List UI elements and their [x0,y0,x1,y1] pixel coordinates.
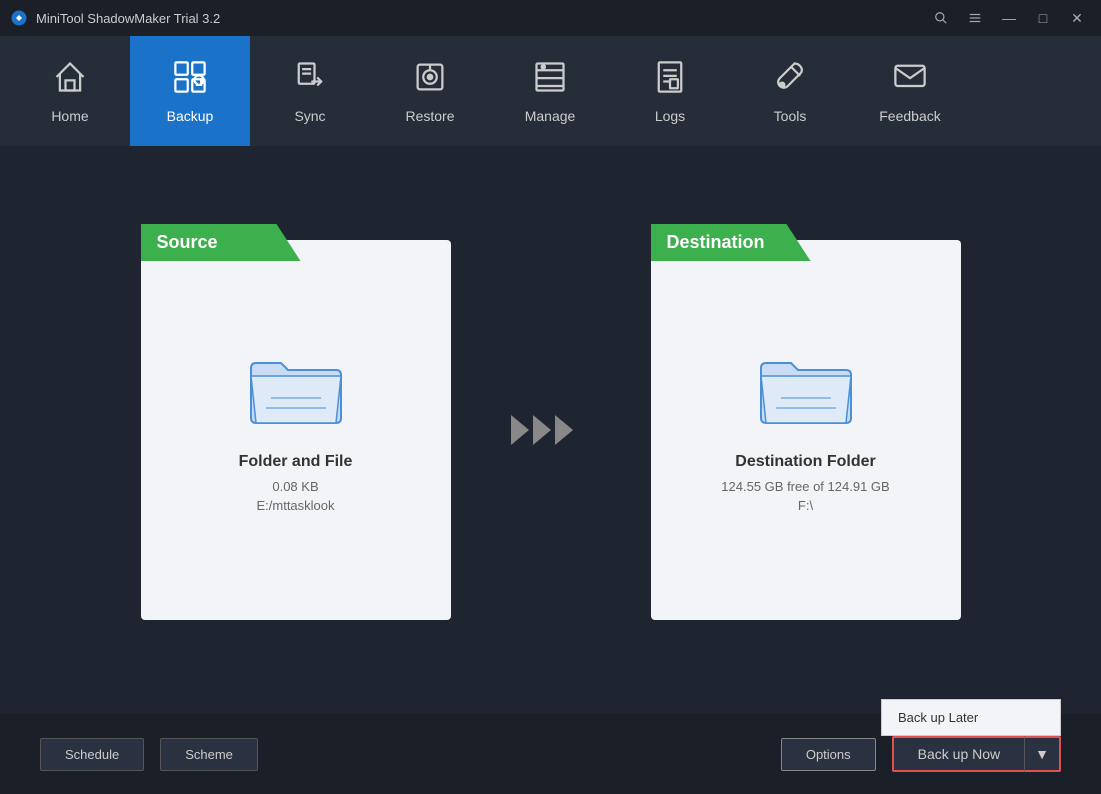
source-size: 0.08 KB [272,479,318,494]
nav-logs-label: Logs [655,108,685,124]
nav-sync-label: Sync [294,108,325,124]
close-button[interactable]: ✕ [1063,8,1091,28]
minimize-button[interactable]: — [995,8,1023,28]
nav-feedback-label: Feedback [879,108,940,124]
backup-dropdown-menu: Back up Later [881,699,1061,736]
nav-bar: Home Backup Sync [0,36,1101,146]
title-bar-controls: — □ ✕ [927,8,1091,28]
app-logo-icon [10,9,28,27]
backup-dropdown-button[interactable]: ▼ [1024,736,1061,772]
nav-restore-label: Restore [405,108,454,124]
nav-home-label: Home [51,108,88,124]
sync-icon [292,59,328,100]
backup-now-button[interactable]: Back up Now [892,736,1024,772]
backup-now-group: Back up Now ▼ Back up Later [892,736,1061,772]
destination-free: 124.55 GB free of 124.91 GB [721,479,889,494]
restore-icon [412,59,448,100]
bottom-bar: Schedule Scheme Options Back up Now ▼ Ba… [0,714,1101,794]
nav-item-logs[interactable]: Logs [610,36,730,146]
bottom-right-actions: Options Back up Now ▼ Back up Later [781,736,1061,772]
destination-card[interactable]: Destination Destination Folder 124.55 GB… [651,240,961,620]
main-content: Source Folder and File 0.08 KB E:/mttask… [0,146,1101,714]
options-button[interactable]: Options [781,738,876,771]
nav-item-home[interactable]: Home [10,36,130,146]
backup-icon [172,59,208,100]
title-bar-left: MiniTool ShadowMaker Trial 3.2 [10,9,220,27]
backup-later-item[interactable]: Back up Later [882,700,1060,735]
nav-item-restore[interactable]: Restore [370,36,490,146]
scheme-button[interactable]: Scheme [160,738,258,771]
nav-item-feedback[interactable]: Feedback [850,36,970,146]
destination-header: Destination [651,224,811,261]
bottom-left-actions: Schedule Scheme [40,738,258,771]
manage-icon [532,59,568,100]
nav-tools-label: Tools [774,108,807,124]
source-header: Source [141,224,301,261]
source-card[interactable]: Source Folder and File 0.08 KB E:/mttask… [141,240,451,620]
feedback-icon [892,59,928,100]
source-path: E:/mttasklook [256,498,334,513]
logs-icon [652,59,688,100]
tools-icon [772,59,808,100]
destination-path: F:\ [798,498,813,513]
home-icon [52,59,88,100]
schedule-button[interactable]: Schedule [40,738,144,771]
arrow-section [511,405,591,455]
nav-manage-label: Manage [525,108,576,124]
maximize-button[interactable]: □ [1029,8,1057,28]
source-title: Folder and File [239,453,353,471]
nav-backup-label: Backup [167,108,214,124]
nav-item-tools[interactable]: Tools [730,36,850,146]
title-bar: MiniTool ShadowMaker Trial 3.2 — □ ✕ [0,0,1101,36]
search-button[interactable] [927,8,955,28]
destination-folder-icon [756,348,856,433]
menu-button[interactable] [961,8,989,28]
app-title: MiniTool ShadowMaker Trial 3.2 [36,11,220,26]
source-folder-icon [246,348,346,433]
nav-item-backup[interactable]: Backup [130,36,250,146]
nav-item-manage[interactable]: Manage [490,36,610,146]
destination-title: Destination Folder [735,453,875,471]
nav-item-sync[interactable]: Sync [250,36,370,146]
